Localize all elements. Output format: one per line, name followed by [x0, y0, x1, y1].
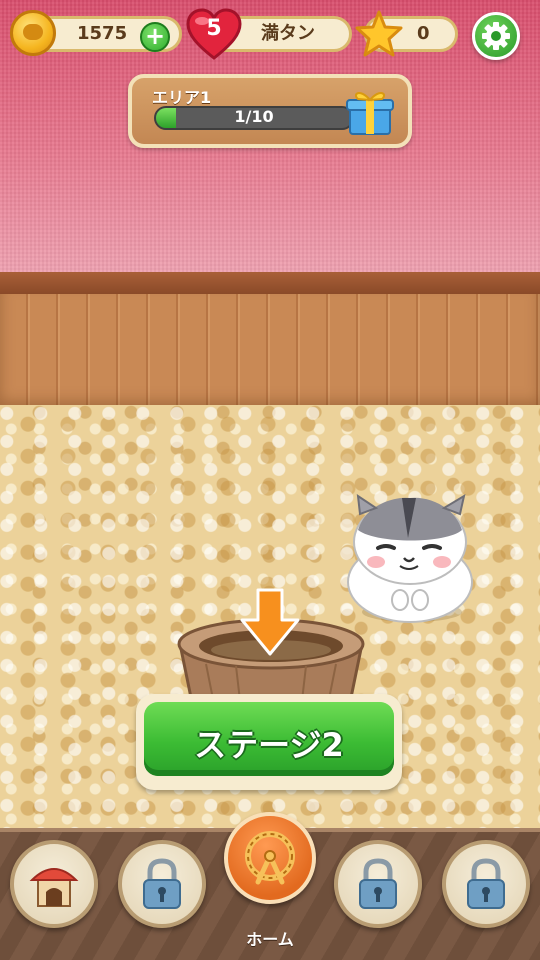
down-arrow-icon [240, 588, 300, 656]
stage-button-label: ステージ2 [194, 726, 344, 764]
gear-icon [482, 22, 510, 50]
fence-rail [0, 272, 540, 294]
game-scene: 1575 + 満タン 5 0 エリア1 1/10 ステージ2 ホーム [0, 0, 540, 960]
nav-item-house[interactable] [10, 840, 98, 928]
hamster-house-icon [29, 868, 79, 907]
lives-status: 満タン [261, 23, 315, 44]
settings-button[interactable] [472, 12, 520, 60]
wooden-fence [0, 294, 540, 412]
stage-button-face: ステージ2 [144, 702, 394, 776]
star-count: 0 [417, 23, 430, 44]
area-title: エリア1 [152, 88, 212, 107]
lock-icon [467, 858, 505, 909]
lock-icon [359, 858, 397, 909]
area-progress-text: 1/10 [234, 107, 274, 126]
gift-box-icon[interactable] [344, 86, 396, 136]
nav-item-locked-2[interactable] [334, 840, 422, 928]
nav-item-locked-1[interactable] [118, 840, 206, 928]
star-icon [355, 10, 403, 57]
plus-icon: + [144, 22, 166, 50]
nav-item-locked-3[interactable] [442, 840, 530, 928]
hamster-character[interactable] [336, 490, 482, 630]
lock-icon [143, 858, 181, 909]
coin-icon [10, 10, 56, 56]
hamster-wheel-icon [245, 831, 295, 885]
nav-item-home[interactable] [224, 812, 316, 904]
nav-home-label: ホーム [246, 930, 294, 949]
add-coins-button[interactable]: + [140, 22, 170, 52]
lives-count: 5 [206, 16, 222, 41]
coin-count: 1575 [77, 23, 128, 44]
stage-button[interactable]: ステージ2 [136, 694, 402, 790]
